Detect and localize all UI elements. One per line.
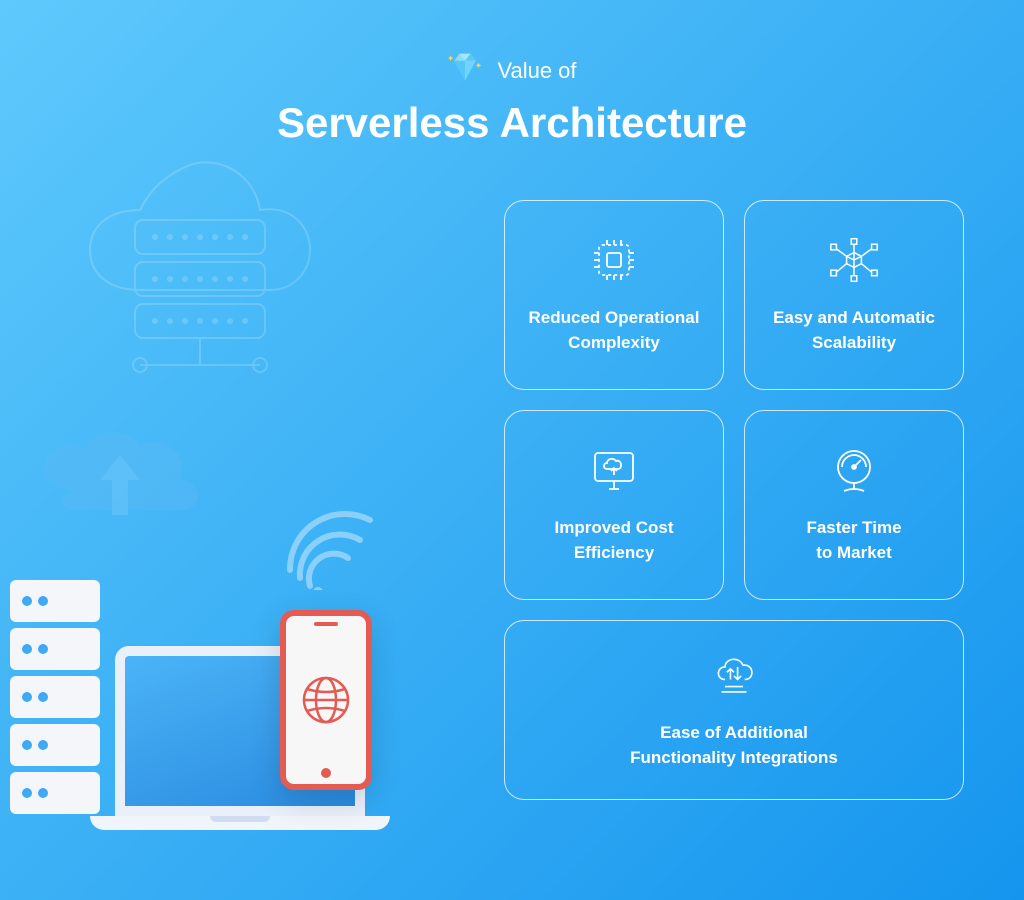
page-header: Value of Serverless Architecture <box>0 0 1024 147</box>
network-cube-icon <box>829 235 879 285</box>
phone-icon <box>280 610 372 790</box>
header-subtitle: Value of <box>497 58 576 84</box>
card-label: Easy and AutomaticScalability <box>773 305 935 356</box>
cloud-sync-icon <box>709 650 759 700</box>
monitor-upload-icon <box>589 445 639 495</box>
card-reduced-complexity: Reduced OperationalComplexity <box>504 200 724 390</box>
card-label: Faster Timeto Market <box>806 515 901 566</box>
card-cost-efficiency: Improved CostEfficiency <box>504 410 724 600</box>
diamond-icon <box>447 50 483 91</box>
card-label: Ease of AdditionalFunctionality Integrat… <box>630 720 838 771</box>
card-scalability: Easy and AutomaticScalability <box>744 200 964 390</box>
gauge-icon <box>829 445 879 495</box>
globe-icon <box>301 675 351 725</box>
devices-illustration <box>0 480 440 840</box>
card-label: Improved CostEfficiency <box>554 515 673 566</box>
value-cards-grid: Reduced OperationalComplexity Easy and A… <box>504 200 964 800</box>
cpu-chip-icon <box>589 235 639 285</box>
card-label: Reduced OperationalComplexity <box>529 305 700 356</box>
card-time-to-market: Faster Timeto Market <box>744 410 964 600</box>
card-integrations: Ease of AdditionalFunctionality Integrat… <box>504 620 964 800</box>
header-title: Serverless Architecture <box>0 99 1024 147</box>
server-stack-icon <box>10 580 100 820</box>
server-cloud-bg-icon <box>80 150 320 410</box>
